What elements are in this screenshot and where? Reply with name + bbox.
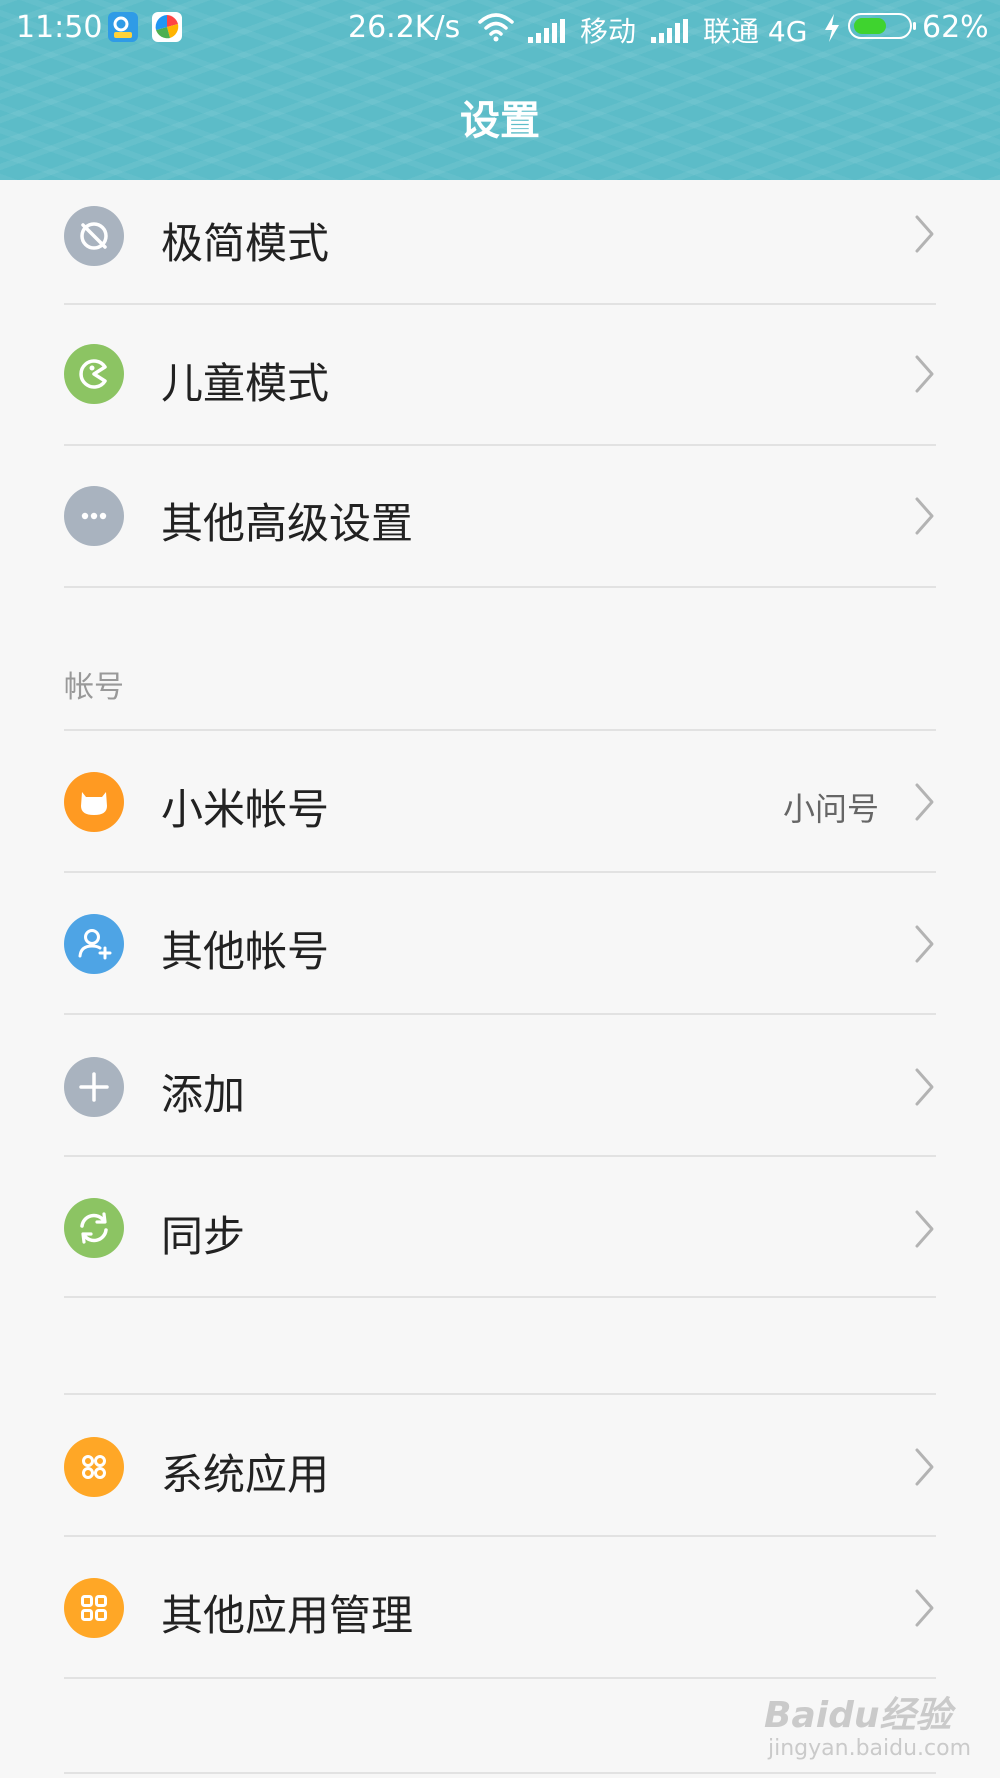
page-title: 设置 [460, 98, 540, 144]
chevron-right-icon [914, 1447, 936, 1491]
settings-item-label: 小米帐号 [161, 785, 330, 834]
app-store-icon [152, 12, 182, 42]
chevron-right-icon [914, 1209, 936, 1253]
settings-item-label: 同步 [161, 1212, 246, 1261]
section-header-accounts: 帐号 [64, 670, 124, 705]
settings-item-app-management[interactable]: 其他应用管理 [0, 1537, 1000, 1679]
settings-item-label: 极简模式 [161, 219, 330, 268]
network-speed: 26.2K/s [348, 10, 461, 45]
carrier-2: 联通 4G [703, 15, 808, 48]
carrier-1: 移动 [580, 15, 637, 48]
battery-icon [848, 13, 916, 39]
settings-item-advanced[interactable]: 其他高级设置 [0, 446, 1000, 588]
signal-icon [528, 16, 566, 51]
settings-item-label: 添加 [161, 1070, 246, 1119]
plus-icon [64, 1057, 124, 1117]
chevron-right-icon [914, 1067, 936, 1111]
app-management-icon [64, 1578, 124, 1638]
child-mode-icon [64, 344, 124, 404]
system-apps-icon [64, 1437, 124, 1497]
more-dots-icon [64, 486, 124, 546]
settings-item-mi-account[interactable]: 小米帐号 小问号 [0, 731, 1000, 873]
watermark-text: Baidu经验 [764, 1695, 952, 1736]
battery-percent: 62% [922, 10, 989, 45]
settings-item-system-apps[interactable]: 系统应用 [0, 1395, 1000, 1537]
divider [64, 586, 936, 588]
signal-icon [651, 16, 689, 51]
search-app-icon [108, 12, 138, 42]
add-person-icon [64, 914, 124, 974]
status-bar: 11:50 26.2K/s 移动 联通 4G 62% [0, 0, 1000, 56]
settings-item-minimal-mode[interactable]: 极简模式 [0, 180, 1000, 322]
settings-item-label: 其他高级设置 [161, 499, 414, 548]
settings-item-label: 其他帐号 [161, 927, 330, 976]
settings-item-child-mode[interactable]: 儿童模式 [0, 305, 1000, 447]
settings-item-label: 其他应用管理 [161, 1591, 414, 1640]
settings-item-label: 儿童模式 [161, 359, 330, 408]
watermark-url: jingyan.baidu.com [768, 1736, 972, 1761]
chevron-right-icon [914, 782, 936, 826]
divider [64, 1296, 936, 1298]
charging-icon [823, 14, 841, 50]
settings-item-add-account[interactable]: 添加 [0, 1015, 1000, 1157]
status-time: 11:50 [16, 10, 103, 45]
chevron-right-icon [914, 214, 936, 258]
chevron-right-icon [914, 924, 936, 968]
chevron-right-icon [914, 496, 936, 540]
header-bar: 11:50 26.2K/s 移动 联通 4G 62% 设置 [0, 0, 1000, 180]
wifi-icon [476, 12, 516, 50]
minimal-mode-icon [64, 206, 124, 266]
divider [64, 1677, 936, 1679]
sync-icon [64, 1198, 124, 1258]
settings-item-label: 系统应用 [161, 1450, 330, 1499]
chevron-right-icon [914, 1588, 936, 1632]
mi-account-icon [64, 772, 124, 832]
mi-account-username: 小问号 [782, 790, 879, 828]
settings-item-other-accounts[interactable]: 其他帐号 [0, 873, 1000, 1015]
settings-item-sync[interactable]: 同步 [0, 1157, 1000, 1299]
divider [64, 1772, 936, 1774]
battery-fill [854, 18, 886, 34]
chevron-right-icon [914, 354, 936, 398]
